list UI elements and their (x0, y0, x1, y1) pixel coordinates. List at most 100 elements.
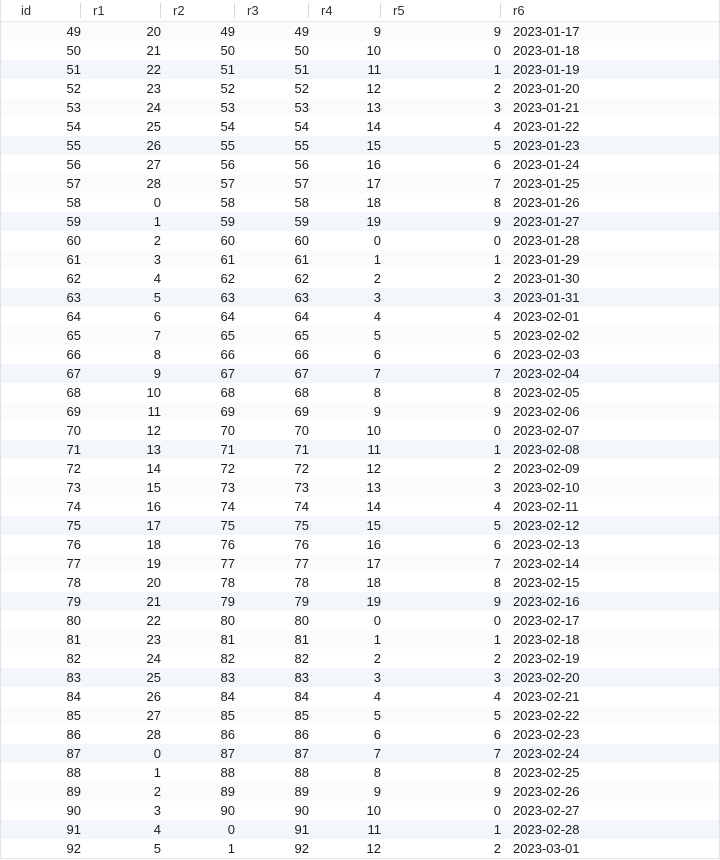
cell-r6[interactable]: 2023-01-31 (507, 288, 719, 307)
cell-r5[interactable]: 8 (387, 763, 507, 782)
cell-idx[interactable] (1, 60, 15, 79)
cell-r3[interactable]: 75 (241, 516, 315, 535)
table-row[interactable]: 552655551552023-01-23 (1, 136, 719, 155)
cell-r2[interactable]: 79 (167, 592, 241, 611)
cell-id[interactable]: 80 (15, 611, 87, 630)
cell-id[interactable]: 71 (15, 440, 87, 459)
cell-idx[interactable] (1, 839, 15, 858)
cell-r5[interactable]: 7 (387, 174, 507, 193)
cell-r5[interactable]: 4 (387, 497, 507, 516)
cell-r6[interactable]: 2023-01-26 (507, 193, 719, 212)
cell-r6[interactable]: 2023-02-01 (507, 307, 719, 326)
cell-r2[interactable]: 77 (167, 554, 241, 573)
cell-r1[interactable]: 25 (87, 117, 167, 136)
table-row[interactable]: 80228080002023-02-17 (1, 611, 719, 630)
cell-id[interactable]: 54 (15, 117, 87, 136)
cell-id[interactable]: 61 (15, 250, 87, 269)
cell-r5[interactable]: 9 (387, 212, 507, 231)
cell-r5[interactable]: 0 (387, 611, 507, 630)
cell-r4[interactable]: 0 (315, 611, 387, 630)
cell-r6[interactable]: 2023-02-14 (507, 554, 719, 573)
cell-id[interactable]: 53 (15, 98, 87, 117)
column-header-r2[interactable]: r2 (167, 0, 241, 21)
cell-r6[interactable]: 2023-02-21 (507, 687, 719, 706)
cell-r2[interactable]: 90 (167, 801, 241, 820)
cell-r6[interactable]: 2023-02-09 (507, 459, 719, 478)
cell-id[interactable]: 67 (15, 364, 87, 383)
cell-r2[interactable]: 81 (167, 630, 241, 649)
cell-idx[interactable] (1, 535, 15, 554)
table-row[interactable]: 58058581882023-01-26 (1, 193, 719, 212)
cell-r5[interactable]: 0 (387, 801, 507, 820)
cell-id[interactable]: 60 (15, 231, 87, 250)
cell-idx[interactable] (1, 326, 15, 345)
table-row[interactable]: 6686666662023-02-03 (1, 345, 719, 364)
cell-r2[interactable]: 83 (167, 668, 241, 687)
cell-r3[interactable]: 83 (241, 668, 315, 687)
cell-id[interactable]: 65 (15, 326, 87, 345)
cell-r3[interactable]: 72 (241, 459, 315, 478)
cell-r1[interactable]: 8 (87, 345, 167, 364)
cell-r1[interactable]: 0 (87, 744, 167, 763)
cell-r2[interactable]: 82 (167, 649, 241, 668)
cell-r5[interactable]: 2 (387, 269, 507, 288)
cell-r1[interactable]: 20 (87, 573, 167, 592)
cell-r4[interactable]: 7 (315, 744, 387, 763)
cell-idx[interactable] (1, 98, 15, 117)
cell-id[interactable]: 51 (15, 60, 87, 79)
cell-idx[interactable] (1, 706, 15, 725)
cell-r5[interactable]: 0 (387, 231, 507, 250)
cell-r5[interactable]: 7 (387, 554, 507, 573)
cell-id[interactable]: 58 (15, 193, 87, 212)
cell-r4[interactable]: 11 (315, 60, 387, 79)
cell-r1[interactable]: 5 (87, 288, 167, 307)
cell-idx[interactable] (1, 687, 15, 706)
cell-r6[interactable]: 2023-01-27 (507, 212, 719, 231)
cell-r4[interactable]: 12 (315, 459, 387, 478)
cell-id[interactable]: 91 (15, 820, 87, 839)
cell-id[interactable]: 56 (15, 155, 87, 174)
cell-r2[interactable]: 84 (167, 687, 241, 706)
table-row[interactable]: 782078781882023-02-15 (1, 573, 719, 592)
table-row[interactable]: 761876761662023-02-13 (1, 535, 719, 554)
cell-r3[interactable]: 90 (241, 801, 315, 820)
cell-r6[interactable]: 2023-01-20 (507, 79, 719, 98)
cell-r4[interactable]: 1 (315, 250, 387, 269)
cell-r3[interactable]: 58 (241, 193, 315, 212)
cell-r5[interactable]: 5 (387, 136, 507, 155)
cell-r6[interactable]: 2023-02-03 (507, 345, 719, 364)
cell-id[interactable]: 70 (15, 421, 87, 440)
cell-idx[interactable] (1, 573, 15, 592)
cell-idx[interactable] (1, 820, 15, 839)
cell-r4[interactable]: 12 (315, 79, 387, 98)
table-row[interactable]: 6796767772023-02-04 (1, 364, 719, 383)
cell-r6[interactable]: 2023-01-18 (507, 41, 719, 60)
cell-id[interactable]: 90 (15, 801, 87, 820)
cell-r4[interactable]: 9 (315, 402, 387, 421)
cell-id[interactable]: 75 (15, 516, 87, 535)
cell-r5[interactable]: 4 (387, 307, 507, 326)
cell-r5[interactable]: 1 (387, 820, 507, 839)
cell-r1[interactable]: 21 (87, 41, 167, 60)
cell-r5[interactable]: 0 (387, 421, 507, 440)
table-row[interactable]: 68106868882023-02-05 (1, 383, 719, 402)
table-row[interactable]: 9140911112023-02-28 (1, 820, 719, 839)
cell-idx[interactable] (1, 725, 15, 744)
cell-r3[interactable]: 65 (241, 326, 315, 345)
cell-idx[interactable] (1, 288, 15, 307)
cell-r4[interactable]: 10 (315, 801, 387, 820)
cell-r6[interactable]: 2023-01-17 (507, 22, 719, 41)
cell-r2[interactable]: 50 (167, 41, 241, 60)
cell-r5[interactable]: 6 (387, 535, 507, 554)
cell-r5[interactable]: 8 (387, 573, 507, 592)
cell-r5[interactable]: 6 (387, 155, 507, 174)
cell-idx[interactable] (1, 440, 15, 459)
table-row[interactable]: 721472721222023-02-09 (1, 459, 719, 478)
cell-r2[interactable]: 54 (167, 117, 241, 136)
cell-r5[interactable]: 5 (387, 706, 507, 725)
cell-r1[interactable]: 1 (87, 212, 167, 231)
table-row[interactable]: 741674741442023-02-11 (1, 497, 719, 516)
cell-r5[interactable]: 7 (387, 744, 507, 763)
cell-r4[interactable]: 16 (315, 155, 387, 174)
cell-r5[interactable]: 1 (387, 250, 507, 269)
